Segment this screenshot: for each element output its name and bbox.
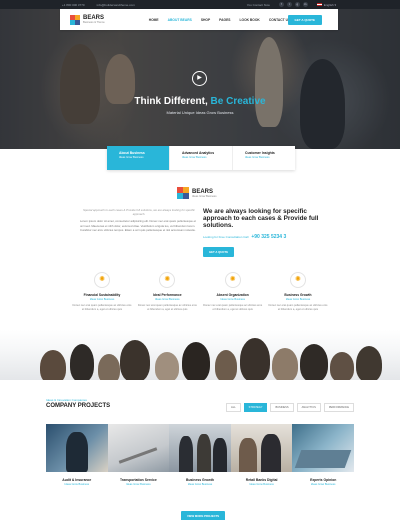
about-heading: We are always looking for specific appro… [203, 208, 319, 230]
bulb-icon: ✺ [159, 272, 176, 288]
linkedin-icon[interactable]: in [302, 2, 308, 7]
project-image [292, 424, 354, 472]
site-logo[interactable]: BEARS Business & Theme [60, 14, 105, 25]
about-logo: BEARS Ideas Grow Business [177, 187, 217, 199]
project-card[interactable]: Business Growth Ideas Grow Business [169, 424, 231, 486]
google-plus-icon[interactable]: g [294, 2, 300, 7]
filter-performance[interactable]: PERFORMANCE [323, 403, 354, 412]
get-quote-button[interactable]: GET A QUOTE [287, 15, 322, 25]
bulb-icon: ✺ [94, 272, 110, 288]
project-cards: Audit & Insurance Ideas Grow Business Tr… [46, 424, 354, 486]
flag-icon [316, 3, 322, 7]
twitter-icon[interactable]: t [286, 2, 292, 7]
contact-tagline: You Contact Now [246, 2, 270, 7]
consultation-call: Looking for Free Consultation Call +90 32… [203, 233, 287, 240]
main-header: BEARS Business & Theme HOME ABOUT BEARS … [60, 9, 338, 30]
feature-tabs: About Business Ideas Grow Business Advanc… [107, 146, 295, 170]
nav-item-home[interactable]: HOME [149, 18, 159, 22]
filter-strategy[interactable]: STRATEGY [243, 403, 268, 412]
play-icon: ▶ [197, 75, 202, 81]
about-callout: We are always looking for specific appro… [203, 208, 323, 258]
project-image [169, 424, 231, 472]
filter-all[interactable]: ALL [226, 403, 241, 412]
about-text: Special approach to each cases & Provide… [80, 208, 198, 232]
about-intro: Special approach to each cases & Provide… [83, 208, 195, 217]
project-image [46, 424, 108, 472]
phone-text[interactable]: +1 800 000 3770 [62, 3, 85, 7]
nav-item-lookbook[interactable]: LOOK BOOK [239, 18, 259, 22]
feature-item: ✺ Ideal Performance Ideas Grow Business … [137, 272, 197, 311]
project-card[interactable]: Audit & Insurance Ideas Grow Business [46, 424, 108, 486]
features-row: ✺ Financial Sustainability Ideas Grow Bu… [72, 272, 328, 311]
project-image [107, 424, 170, 472]
filter-analytics[interactable]: ANALYTICS [296, 403, 321, 412]
language-selector[interactable]: English ▾ [316, 3, 336, 7]
play-video-button[interactable]: ▶ [192, 71, 207, 86]
project-card[interactable]: Experts Opinion Ideas Grow Business [292, 424, 354, 486]
project-card[interactable]: Retail Banks Digital Ideas Grow Business [230, 424, 293, 486]
email-text[interactable]: info@buildersandtheme.com [97, 3, 135, 7]
projects-kicker: Ideas & Innovation Companies [46, 398, 87, 402]
hero-section: ▶ Think Different, Be Creative Material … [0, 9, 400, 149]
nav-item-contact[interactable]: CONTACT US [269, 18, 290, 22]
audience-image [0, 330, 400, 380]
facebook-icon[interactable]: f [278, 2, 284, 7]
project-card[interactable]: Transportation Service Ideas Grow Busine… [107, 424, 170, 486]
projects-title: COMPANY PROJECTS [46, 403, 111, 409]
feature-item: ✺ Business Growth Ideas Grow Business Do… [268, 272, 328, 311]
main-nav: HOME ABOUT BEARS SHOP PAGES LOOK BOOK CO… [149, 18, 290, 22]
project-filters: ALL STRATEGY BUSINESS ANALYTICS PERFORMA… [226, 403, 354, 412]
nav-item-shop[interactable]: SHOP [201, 18, 210, 22]
logo-icon [70, 14, 80, 25]
nav-item-about[interactable]: ABOUT BEARS [168, 18, 192, 22]
bulb-icon: ✺ [289, 272, 306, 288]
nav-item-pages[interactable]: PAGES [219, 18, 230, 22]
filter-business[interactable]: BUSINESS [270, 403, 294, 412]
logo-icon [177, 187, 189, 199]
top-bar: +1 800 000 3770 info@buildersandtheme.co… [0, 0, 400, 9]
tab-about-business[interactable]: About Business Ideas Grow Business [107, 146, 170, 170]
consultation-phone[interactable]: +90 325 5234 3 [251, 234, 286, 240]
tab-customer-insights[interactable]: Customer Insights Ideas Grow Business [233, 146, 295, 170]
project-image [230, 424, 293, 472]
hero-title: Think Different, Be Creative [134, 96, 266, 107]
about-body: Lorem ipsum dolor sit amet, consectetur … [80, 219, 196, 232]
feature-item: ✺ Absent Organization Ideas Grow Busines… [203, 272, 263, 311]
feature-item: ✺ Financial Sustainability Ideas Grow Bu… [72, 272, 132, 311]
bulb-icon: ✺ [224, 272, 241, 288]
view-more-projects-button[interactable]: VIEW MORE PROJECTS [181, 511, 226, 520]
tab-advanced-analytics[interactable]: Advanced Analytics Ideas Grow Business [170, 146, 233, 170]
about-quote-button[interactable]: GET A QUOTE [203, 246, 235, 257]
hero-subtitle: Material Unique Ideas Grow Business [166, 110, 234, 115]
